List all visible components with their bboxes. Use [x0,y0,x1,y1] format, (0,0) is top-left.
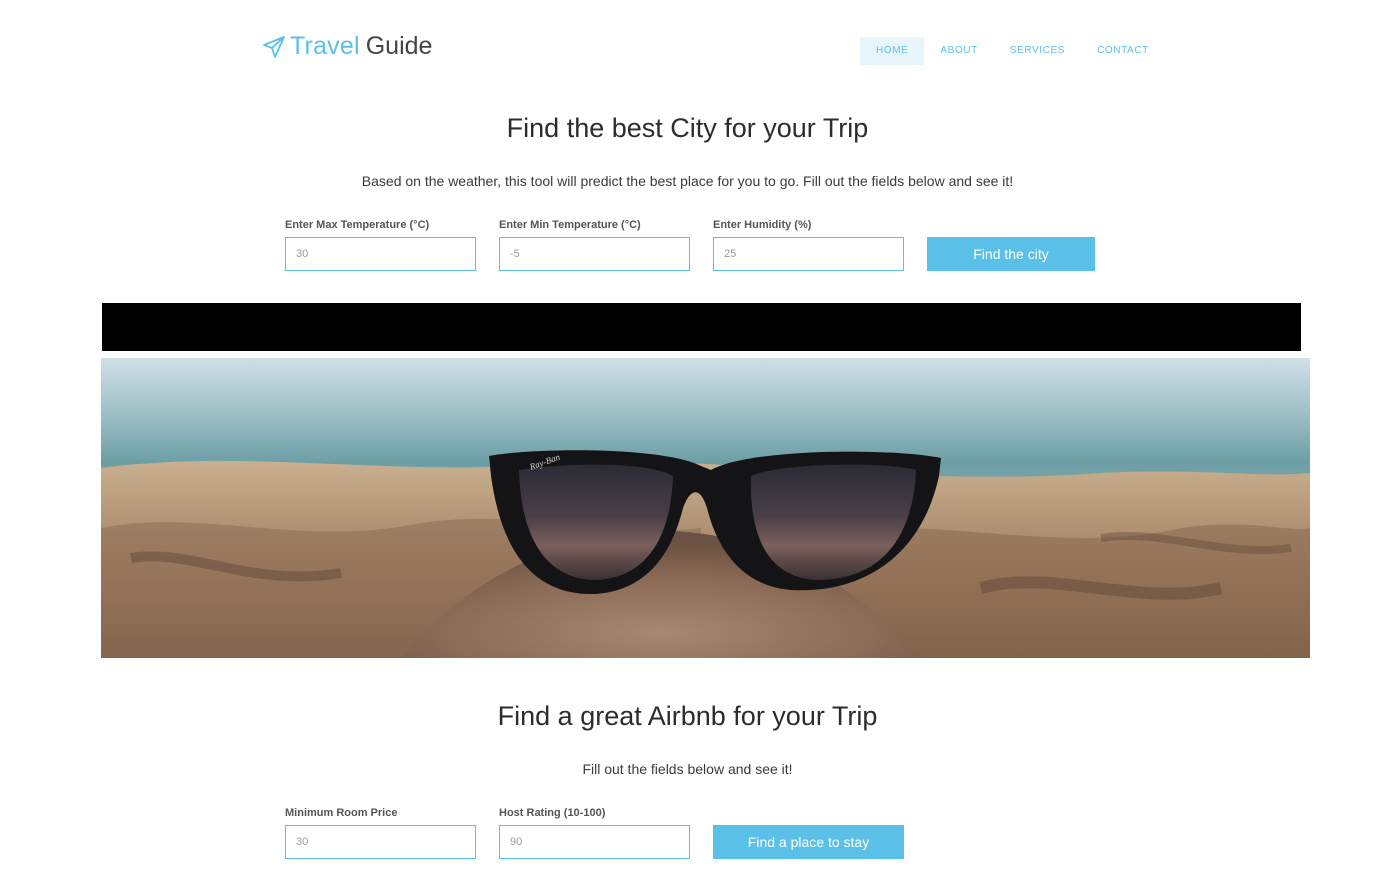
brand-name-guide: Guide [365,32,433,60]
humidity-label: Enter Humidity (%) [713,219,812,231]
city-finder-subtitle: Based on the weather, this tool will pre… [361,173,1014,189]
nav-about[interactable]: ABOUT [924,37,993,65]
min-room-price-label: Minimum Room Price [285,807,398,819]
airbnb-finder-title: Find a great Airbnb for your Trip [497,701,878,731]
min-temperature-field: Enter Min Temperature (°C) [499,219,690,271]
site-header: Travel Guide HOME ABOUT SERVICES CONTACT [0,0,1375,100]
nav-contact[interactable]: CONTACT [1081,37,1165,65]
host-rating-input[interactable] [499,825,690,859]
min-room-price-input[interactable] [285,825,476,859]
max-temperature-input[interactable] [285,237,476,271]
airbnb-finder-subtitle: Fill out the fields below and see it! [582,761,793,777]
hero-image-sunglasses: Ray-Ban [101,358,1310,658]
paper-plane-icon [263,35,285,58]
city-finder-title: Find the best City for your Trip [506,113,869,143]
min-room-price-field: Minimum Room Price [285,807,476,859]
min-temperature-input[interactable] [499,237,690,271]
find-city-button[interactable]: Find the city [927,237,1095,271]
max-temperature-label: Enter Max Temperature (°C) [285,219,430,231]
main-nav: HOME ABOUT SERVICES CONTACT [860,37,1165,65]
find-place-button[interactable]: Find a place to stay [713,825,904,859]
sunglasses-beach-illustration: Ray-Ban [101,358,1310,658]
humidity-input[interactable] [713,237,904,271]
humidity-field: Enter Humidity (%) [713,219,904,271]
brand-logo-link[interactable]: Travel Guide [262,32,432,61]
min-temperature-label: Enter Min Temperature (°C) [499,219,641,231]
host-rating-field: Host Rating (10-100) [499,807,690,859]
nav-services[interactable]: SERVICES [994,37,1081,65]
nav-home[interactable]: HOME [860,37,925,65]
brand-name-travel: Travel [290,32,360,60]
host-rating-label: Host Rating (10-100) [499,807,606,819]
max-temperature-field: Enter Max Temperature (°C) [285,219,476,271]
black-banner [102,303,1301,351]
